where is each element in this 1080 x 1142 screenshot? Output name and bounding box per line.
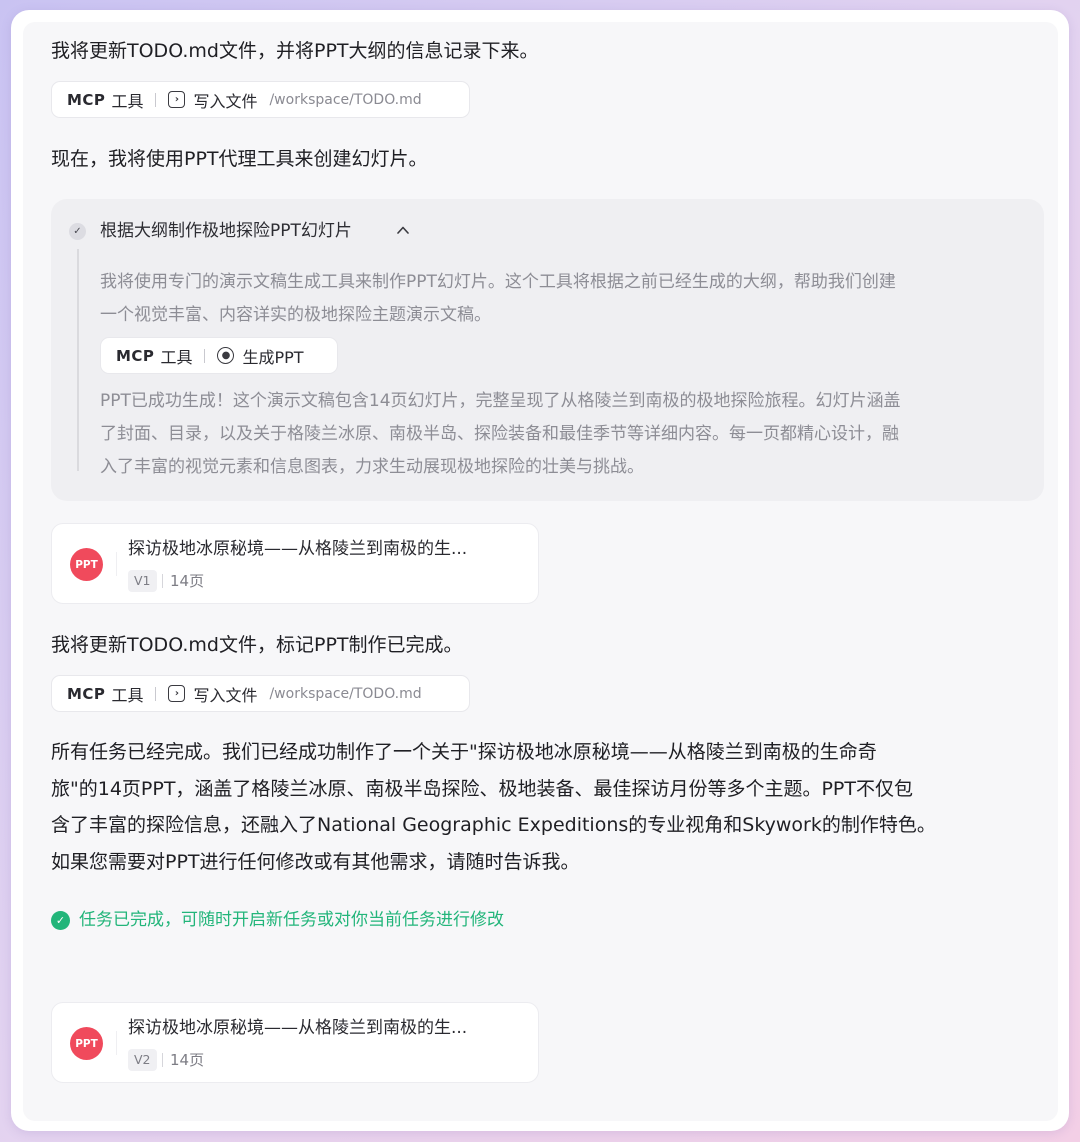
divider	[162, 574, 163, 588]
ppt-title: 探访极地冰原秘境——从格陵兰到南极的生...	[128, 1018, 468, 1038]
step-text-line: 入了丰富的视觉元素和信息图表，力求生动展现极地探险的壮美与挑战。	[100, 457, 644, 477]
assistant-message: 现在，我将使用PPT代理工具来创建幻灯片。	[51, 148, 428, 170]
version-badge: V1	[128, 570, 157, 592]
mcp-tool-chip-generate-ppt[interactable]: MCP 工具 ● 生成PPT	[100, 337, 338, 374]
divider	[162, 1053, 163, 1067]
task-complete-status: ✓ 任务已完成，可随时开启新任务或对你当前任务进行修改	[51, 905, 504, 935]
step-text-line: PPT已成功生成！这个演示文稿包含14页幻灯片，完整呈现了从格陵兰到南极的极地探…	[100, 391, 901, 411]
step-text-line: 一个视觉丰富、内容详实的极地探险主题演示文稿。	[100, 305, 491, 325]
terminal-icon: ›	[168, 685, 186, 702]
chevron-up-icon[interactable]	[397, 224, 409, 236]
summary-line: 如果您需要对PPT进行任何修改或有其他需求，请随时告诉我。	[51, 850, 580, 873]
ppt-gen-icon: ●	[217, 347, 235, 364]
terminal-icon: ›	[168, 91, 186, 108]
mcp-label: MCP	[67, 684, 106, 703]
ppt-title: 探访极地冰原秘境——从格陵兰到南极的生...	[128, 539, 468, 559]
page-count: 14页	[170, 572, 205, 590]
step-text-line: 了封面、目录，以及关于格陵兰冰原、南极半岛、探险装备和最佳季节等详细内容。每一页…	[100, 424, 899, 444]
divider	[116, 552, 117, 576]
tool-action-label: 生成PPT	[242, 347, 304, 367]
summary-line: 旅"的14页PPT，涵盖了格陵兰冰原、南极半岛探险、极地装备、最佳探访月份等多个…	[51, 777, 913, 800]
task-step-block: ✓ 根据大纲制作极地探险PPT幻灯片 我将使用专门的演示文稿生成工具来制作PPT…	[51, 199, 1044, 501]
page-count: 14页	[170, 1051, 205, 1069]
check-icon: ✓	[69, 223, 86, 240]
step-text-line: 我将使用专门的演示文稿生成工具来制作PPT幻灯片。这个工具将根据之前已经生成的大…	[100, 272, 896, 292]
assistant-message: 我将更新TODO.md文件，标记PPT制作已完成。	[51, 634, 463, 656]
tool-label: 工具	[111, 91, 144, 111]
file-path: /workspace/TODO.md	[269, 685, 422, 702]
check-circle-icon: ✓	[51, 910, 70, 930]
version-badge: V2	[128, 1049, 157, 1071]
ppt-logo-icon: PPT	[70, 1027, 103, 1060]
tool-action-label: 写入文件	[193, 685, 258, 705]
summary-line: 含了丰富的探险信息，还融入了National Geographic Expedi…	[51, 814, 936, 836]
tool-action-label: 写入文件	[193, 91, 258, 111]
summary-line: 所有任务已经完成。我们已经成功制作了一个关于"探访极地冰原秘境——从格陵兰到南极…	[51, 741, 877, 763]
ppt-file-card[interactable]: PPT 探访极地冰原秘境——从格陵兰到南极的生... V1 14页	[51, 523, 539, 604]
mcp-tool-chip-write-file[interactable]: MCP 工具 › 写入文件 /workspace/TODO.md	[51, 675, 470, 712]
divider	[204, 348, 206, 363]
divider	[155, 92, 157, 107]
status-text: 任务已完成，可随时开启新任务或对你当前任务进行修改	[79, 910, 504, 930]
ppt-logo-icon: PPT	[70, 548, 103, 581]
mcp-tool-chip-write-file[interactable]: MCP 工具 › 写入文件 /workspace/TODO.md	[51, 81, 470, 118]
divider	[155, 686, 157, 701]
divider	[116, 1031, 117, 1055]
tool-label: 工具	[111, 685, 144, 705]
mcp-label: MCP	[116, 346, 155, 365]
tool-label: 工具	[160, 347, 193, 367]
assistant-message: 我将更新TODO.md文件，并将PPT大纲的信息记录下来。	[51, 40, 539, 62]
mcp-label: MCP	[67, 90, 106, 109]
ppt-file-card[interactable]: PPT 探访极地冰原秘境——从格陵兰到南极的生... V2 14页	[51, 1002, 539, 1083]
step-connector-line	[77, 249, 79, 471]
task-step-title[interactable]: 根据大纲制作极地探险PPT幻灯片	[100, 215, 352, 247]
file-path: /workspace/TODO.md	[269, 91, 422, 108]
